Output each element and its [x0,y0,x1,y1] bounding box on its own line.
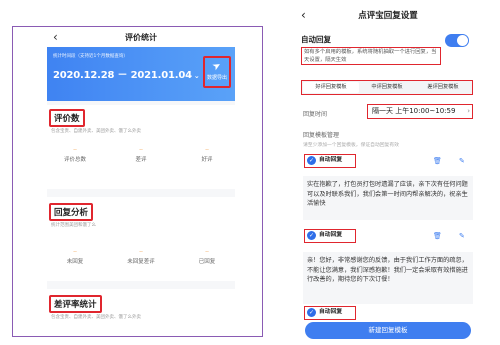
chevron-right-icon: › [467,107,470,115]
edit-icon[interactable]: ✎ [459,157,465,165]
stat-value: -- [139,147,143,153]
auto-reply-checkbox-label: 自动回复 [319,309,343,315]
stat-value: -- [205,147,209,153]
stat-good-reviews[interactable]: -- 好评 [187,145,227,163]
date-range-text: 2020.12.28 － 2021.01.04 [53,70,192,81]
stat-label: 评价总数 [63,157,86,163]
stat-value: -- [73,147,77,153]
left-screenshot-frame: ‹ 评价统计 统计时间段（支持近1个月数据查询） 2020.12.28 － 20… [12,26,263,337]
reply-time-value: 隔一天 上午10:00~10:59 [372,107,456,115]
reply-time-selector[interactable]: 隔一天 上午10:00~10:59 › [367,104,473,119]
reply-analysis-title: 回复分析 [49,203,94,221]
reply-template-text: 亲！您好，非常感谢您的反馈，由于我们工作方面的疏忽，不能让您满意，我们深感抱歉！… [307,257,468,283]
trash-icon[interactable]: 🗑 [433,232,442,240]
review-count-title: 评价数 [49,109,85,127]
auto-reply-checkbox[interactable]: ✓ 自动回复 [304,306,356,320]
review-count-card: 评价数 包含宝贵、自建外卖、美团外卖、饿了么外卖 -- 评价总数 -- 差评 -… [47,105,235,189]
page-title: 评价统计 [125,32,157,42]
reply-analysis-card: 回复分析 统计范围美团和饿了么 -- 未回复 -- 未回复差评 -- 已回复 [47,197,235,281]
page-title: 点评宝回复设置 [358,11,418,21]
reply-time-label: 回复时间 [303,111,328,118]
auto-reply-title: 自动回复 [301,35,331,44]
bad-rate-subtitle: 包含宝贵、自建外卖、美团外卖、饿了么外卖 [51,315,141,320]
stat-value: -- [205,249,209,255]
stat-unreplied[interactable]: -- 未回复 [55,247,95,265]
date-range-selector[interactable]: 2020.12.28 － 2021.01.04 ⌄ [53,66,200,81]
reply-template-text: 实在抱歉了，打包员打包时遗漏了应该，亲下次有任何问题可以及时联系我们，我们会第一… [307,181,468,207]
template-management-subtitle: 请至少添加一个回复模板，保证自动回复有效 [303,143,399,148]
stat-label: 未回复 [66,259,84,265]
check-icon: ✓ [307,231,316,240]
tab-bad-review-template[interactable]: 差评回复模板 [415,82,471,93]
edit-icon[interactable]: ✎ [459,232,465,240]
auto-reply-checkbox[interactable]: ✓ 自动回复 [304,154,356,168]
template-management-title: 回复模板管理 [303,132,340,139]
reply-analysis-subtitle: 统计范围美团和饿了么 [51,223,96,228]
bad-rate-title: 差评率统计 [49,295,102,313]
stat-value: -- [73,249,77,255]
new-template-button[interactable]: 新建回复模板 [305,322,471,339]
date-range-hint: 统计时间段（支持近1个月数据查询） [53,54,128,59]
nav-bar: ‹ 点评宝回复设置 [295,0,481,30]
tab-neutral-review-template[interactable]: 中评回复模板 [359,82,415,93]
auto-reply-checkbox-label: 自动回复 [319,157,343,163]
toggle-knob [457,35,468,46]
auto-reply-section: 自动回复 如有多个启用的模板，系统将随机抽取一个进行回复，当天设置，隔天生效 [299,32,473,72]
stat-value: -- [139,249,143,255]
review-count-subtitle: 包含宝贵、自建外卖、美团外卖、饿了么外卖 [51,129,141,134]
template-tabs: 好评回复模板 中评回复模板 差评回复模板 [301,80,473,95]
stat-label: 差评 [135,157,147,163]
trash-icon[interactable]: 🗑 [433,157,442,165]
stat-total-reviews[interactable]: -- 评价总数 [55,145,95,163]
stat-label: 好评 [201,157,213,163]
date-range-banner: 统计时间段（支持近1个月数据查询） 2020.12.28 － 2021.01.0… [47,47,235,101]
back-arrow-icon[interactable]: ‹ [53,30,58,44]
stat-label: 已回复 [198,259,216,265]
auto-reply-toggle[interactable] [445,34,469,47]
reply-settings-screen: ‹ 点评宝回复设置 自动回复 如有多个启用的模板，系统将随机抽取一个进行回复，当… [295,0,481,345]
auto-reply-checkbox-label: 自动回复 [319,232,343,238]
bad-rate-card: 差评率统计 包含宝贵、自建外卖、美团外卖、饿了么外卖 [47,289,235,336]
chevron-down-icon: ⌄ [193,72,200,80]
statistics-screen: ‹ 评价统计 统计时间段（支持近1个月数据查询） 2020.12.28 － 20… [47,27,235,336]
tab-good-review-template[interactable]: 好评回复模板 [303,82,359,93]
back-arrow-icon[interactable]: ‹ [301,8,306,22]
stat-unreplied-bad[interactable]: -- 未回复差评 [115,247,167,265]
nav-bar: ‹ 评价统计 [47,27,235,47]
export-data-button[interactable]: ➤ 数据导出 [203,56,231,88]
check-icon: ✓ [307,156,316,165]
check-icon: ✓ [307,308,316,317]
reply-template-card[interactable]: 实在抱歉了，打包员打包时遗漏了应该，亲下次有任何问题可以及时联系我们，我们会第一… [303,176,473,220]
stat-replied[interactable]: -- 已回复 [187,247,227,265]
stat-bad-reviews[interactable]: -- 差评 [121,145,161,163]
stat-label: 未回复差评 [127,259,155,265]
auto-reply-checkbox[interactable]: ✓ 自动回复 [304,229,356,243]
auto-reply-description: 如有多个启用的模板，系统将随机抽取一个进行回复，当天设置，隔天生效 [301,47,441,65]
reply-template-card[interactable]: 亲！您好，非常感谢您的反馈，由于我们工作方面的疏忽，不能让您满意，我们深感抱歉！… [303,252,473,304]
